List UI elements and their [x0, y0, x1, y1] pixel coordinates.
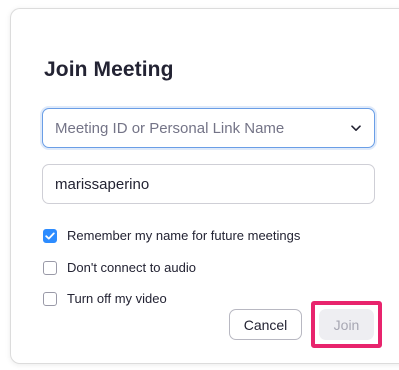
no-audio-checkbox[interactable] — [43, 260, 57, 275]
video-off-label: Turn off my video — [67, 291, 167, 306]
name-field[interactable] — [42, 164, 375, 204]
remember-name-option[interactable]: Remember my name for future meetings — [43, 228, 300, 243]
meeting-id-placeholder: Meeting ID or Personal Link Name — [55, 119, 285, 137]
checkmark-icon — [45, 232, 55, 239]
dialog-title: Join Meeting — [44, 58, 174, 81]
chevron-down-icon — [350, 122, 362, 134]
video-off-option[interactable]: Turn off my video — [43, 291, 167, 306]
remember-name-checkbox[interactable] — [43, 228, 57, 243]
cancel-button[interactable]: Cancel — [229, 309, 302, 340]
no-audio-label: Don't connect to audio — [67, 260, 196, 275]
meeting-id-select[interactable]: Meeting ID or Personal Link Name — [42, 108, 375, 148]
no-audio-option[interactable]: Don't connect to audio — [43, 260, 196, 275]
video-off-checkbox[interactable] — [43, 291, 57, 306]
join-button[interactable]: Join — [319, 309, 374, 340]
remember-name-label: Remember my name for future meetings — [67, 228, 301, 243]
